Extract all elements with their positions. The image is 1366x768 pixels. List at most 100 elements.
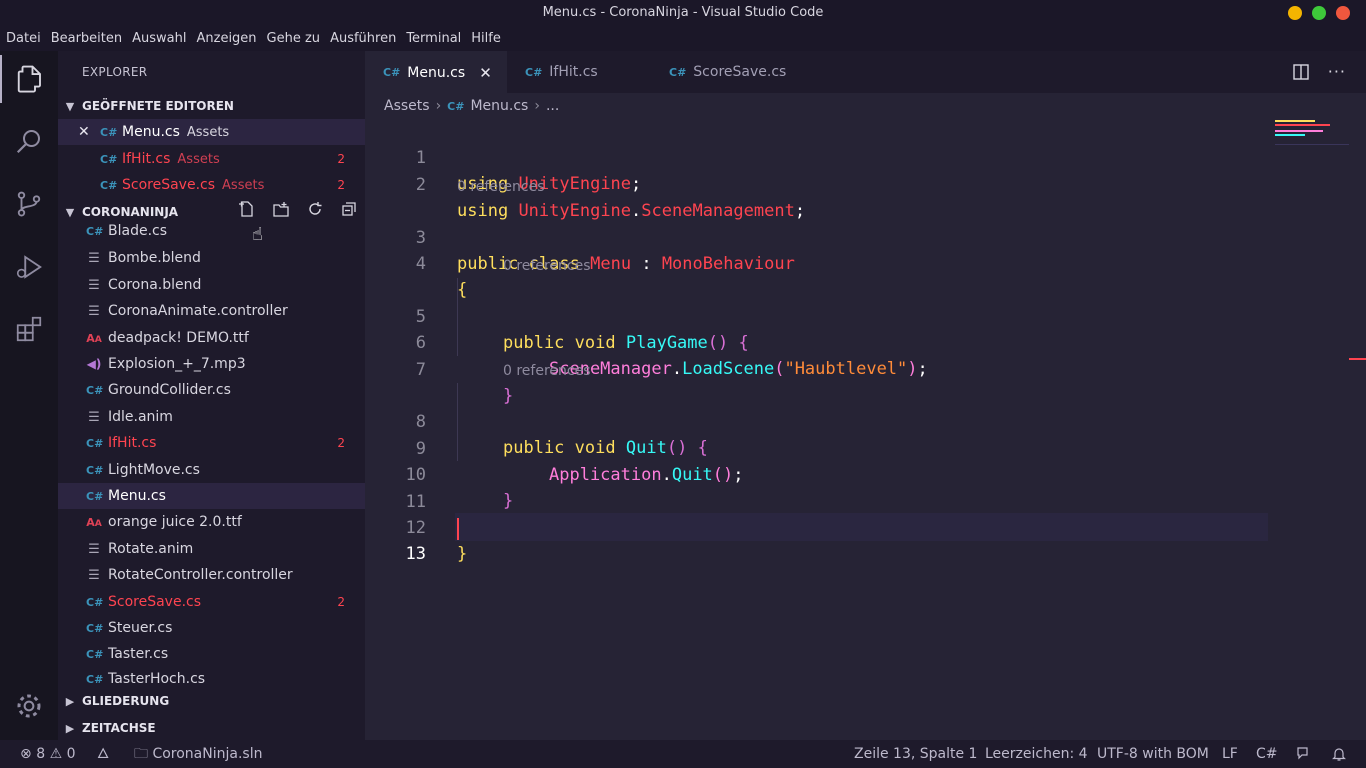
breadcrumb-folder[interactable]: Assets [384, 98, 430, 114]
tab-menu-cs[interactable]: C# Menu.cs ✕ [365, 51, 507, 93]
title-bar: Menu.cs - CoronaNinja - Visual Studio Co… [0, 0, 1366, 25]
menu-hilfe[interactable]: Hilfe [471, 31, 501, 46]
manage-activity[interactable] [0, 682, 58, 730]
file-lines-icon: ☰ [88, 277, 100, 293]
close-icon[interactable]: ✕ [78, 124, 100, 140]
menu-ausfuehren[interactable]: Ausführen [330, 31, 396, 46]
open-editor-name: Menu.cs [122, 124, 180, 140]
code-line: 11 [365, 463, 1366, 512]
tab-ifhit-cs[interactable]: C# IfHit.cs [507, 51, 651, 93]
file-item[interactable]: ☰ RotateController.controller [58, 562, 365, 588]
problems-status[interactable]: ⊗ 8 ⚠ 0 [20, 740, 76, 768]
search-icon [16, 130, 40, 154]
search-activity[interactable] [0, 117, 58, 165]
run-debug-icon [16, 255, 42, 279]
open-editors-header[interactable]: ▼ GEÖFFNETE EDITOREN [58, 94, 365, 118]
menu-gehe-zu[interactable]: Gehe zu [267, 31, 321, 46]
line-number: 2 [415, 175, 426, 195]
menu-auswahl[interactable]: Auswahl [132, 31, 186, 46]
open-editor-item[interactable]: C# IfHit.cs Assets 2 [58, 146, 365, 172]
code-line: 12 } [365, 489, 1366, 564]
line-number: 13 [405, 544, 426, 564]
file-item[interactable]: C# Blade.cs [58, 219, 365, 243]
breadcrumb-file[interactable]: Menu.cs [470, 98, 528, 114]
indentation-status[interactable]: Leerzeichen: 4 [985, 740, 1088, 768]
file-item[interactable]: ☰ CoronaAnimate.controller [58, 298, 365, 324]
refresh-icon[interactable] [306, 200, 324, 218]
explorer-activity[interactable] [0, 55, 58, 103]
language-status[interactable]: C# [1256, 740, 1278, 768]
source-control-icon [17, 191, 41, 217]
collapse-all-icon[interactable] [340, 200, 358, 218]
run-debug-activity[interactable] [0, 243, 58, 291]
maximize-button[interactable] [1312, 6, 1326, 20]
file-item[interactable]: C# ScoreSave.cs 2 [58, 589, 365, 615]
file-name: GroundCollider.cs [108, 382, 231, 398]
open-editor-item[interactable]: C# ScoreSave.cs Assets 2 [58, 172, 365, 198]
chevron-right-icon: ▶ [65, 721, 75, 735]
open-editors-label: GEÖFFNETE EDITOREN [82, 99, 234, 113]
open-editor-item[interactable]: ✕ C# Menu.cs Assets [58, 119, 365, 145]
codelens-references[interactable]: 0 references [503, 363, 591, 379]
window-title: Menu.cs - CoronaNinja - Visual Studio Co… [542, 5, 824, 20]
solution-status[interactable]: 🗀 CoronaNinja.sln [134, 740, 262, 768]
csharp-icon: C# [86, 595, 104, 609]
menu-bar: Datei Bearbeiten Auswahl Anzeigen Gehe z… [0, 25, 1366, 51]
feedback-icon[interactable] [1296, 740, 1312, 768]
close-icon[interactable]: ✕ [479, 64, 492, 82]
file-item[interactable]: C# Menu.cs [58, 483, 365, 509]
flame-icon[interactable]: 🜂 [97, 740, 109, 768]
problem-count-badge: 2 [337, 152, 345, 166]
new-file-icon[interactable] [238, 200, 256, 218]
eol-status[interactable]: LF [1222, 740, 1238, 768]
more-actions-icon[interactable]: ··· [1328, 62, 1346, 81]
font-icon: AA [86, 515, 102, 529]
file-item[interactable]: C# Steuer.cs [58, 615, 365, 641]
explorer-sidebar: EXPLORER ▼ GEÖFFNETE EDITOREN ✕ C# Menu.… [58, 51, 365, 740]
timeline-label: ZEITACHSE [82, 721, 156, 735]
file-lines-icon: ☰ [88, 250, 100, 266]
line-number: 7 [415, 360, 426, 380]
file-item[interactable]: C# TasterHoch.cs [58, 668, 365, 690]
file-item[interactable]: C# LightMove.cs [58, 457, 365, 483]
file-item[interactable]: ☰ Rotate.anim [58, 536, 365, 562]
close-window-button[interactable] [1336, 6, 1350, 20]
extensions-activity[interactable] [0, 305, 58, 353]
encoding-status[interactable]: UTF-8 with BOM [1097, 740, 1209, 768]
breadcrumb-more[interactable]: ... [546, 98, 559, 114]
mouse-pointer-icon: ☝ [252, 224, 263, 245]
menu-datei[interactable]: Datei [6, 31, 41, 46]
menu-anzeigen[interactable]: Anzeigen [196, 31, 256, 46]
file-name: IfHit.cs [108, 435, 157, 451]
file-item[interactable]: C# IfHit.cs 2 [58, 430, 365, 456]
file-item[interactable]: C# Taster.cs [58, 641, 365, 667]
timeline-header[interactable]: ▶ ZEITACHSE [58, 716, 365, 740]
codelens-references[interactable]: 0 references [457, 179, 545, 195]
menu-terminal[interactable]: Terminal [406, 31, 461, 46]
file-item[interactable]: C# GroundCollider.cs [58, 377, 365, 403]
codelens-references[interactable]: 0 references [503, 258, 591, 274]
file-item[interactable]: ☰ Corona.blend [58, 272, 365, 298]
source-control-activity[interactable] [0, 180, 58, 228]
outline-header[interactable]: ▶ GLIEDERUNG [58, 689, 365, 713]
minimize-button[interactable] [1288, 6, 1302, 20]
code-line: 1 using UnityEngine; [365, 119, 1366, 194]
new-folder-icon[interactable] [272, 200, 290, 218]
open-editor-folder: Assets [186, 124, 230, 140]
bell-icon[interactable] [1331, 740, 1347, 768]
file-item[interactable]: AA deadpack! DEMO.ttf [58, 325, 365, 351]
menu-bearbeiten[interactable]: Bearbeiten [51, 31, 122, 46]
file-item[interactable]: ☰ Idle.anim [58, 404, 365, 430]
file-item[interactable]: ☰ Bombe.blend [58, 245, 365, 271]
tab-scoresave-cs[interactable]: C# ScoreSave.cs [651, 51, 815, 93]
solution-name: CoronaNinja.sln [152, 746, 263, 762]
split-editor-icon[interactable] [1292, 63, 1310, 81]
csharp-icon: C# [86, 436, 104, 450]
code-line: 4 { [365, 225, 1366, 300]
file-item[interactable]: AA orange juice 2.0.ttf [58, 509, 365, 535]
file-item[interactable]: ◀) Explosion_+_7.mp3 [58, 351, 365, 377]
cursor-position[interactable]: Zeile 13, Spalte 1 [854, 740, 977, 768]
file-name: Blade.cs [108, 223, 168, 239]
file-lines-icon: ☰ [88, 541, 100, 557]
error-icon: ⊗ [20, 746, 32, 762]
